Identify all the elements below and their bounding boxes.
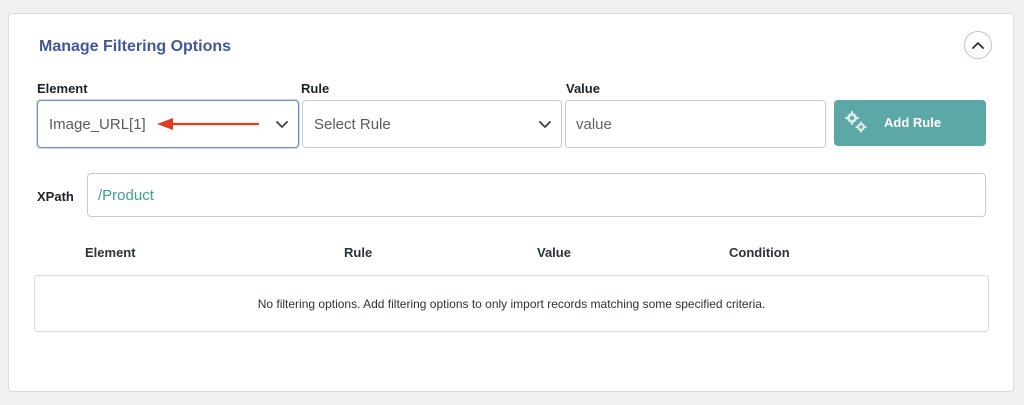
element-label: Element	[37, 81, 88, 96]
column-header-value: Value	[537, 245, 571, 260]
annotation-arrow	[157, 118, 259, 130]
value-label: Value	[566, 81, 600, 96]
chevron-up-icon	[972, 42, 984, 49]
chevron-down-icon	[539, 121, 551, 128]
add-rule-button[interactable]: Add Rule	[834, 100, 986, 146]
add-rule-label: Add Rule	[884, 115, 942, 130]
element-select-value: Image_URL[1]	[49, 115, 146, 133]
column-header-rule: Rule	[344, 245, 373, 260]
chevron-down-icon	[276, 121, 288, 128]
column-header-condition: Condition	[729, 245, 790, 260]
rule-label: Rule	[301, 81, 330, 96]
rule-select[interactable]: Select Rule	[302, 100, 562, 148]
panel-title: Manage Filtering Options	[39, 38, 232, 55]
filtering-options-panel: Manage Filtering Options Element Rule Va…	[8, 13, 1014, 392]
xpath-input[interactable]	[87, 173, 986, 217]
rule-select-value: Select Rule	[314, 115, 391, 133]
collapse-button[interactable]	[964, 31, 992, 59]
gears-icon	[845, 111, 867, 133]
xpath-label: XPath	[37, 189, 74, 204]
empty-state-message: No filtering options. Add filtering opti…	[34, 275, 989, 332]
value-input[interactable]	[565, 100, 826, 148]
column-header-element: Element	[85, 245, 136, 260]
